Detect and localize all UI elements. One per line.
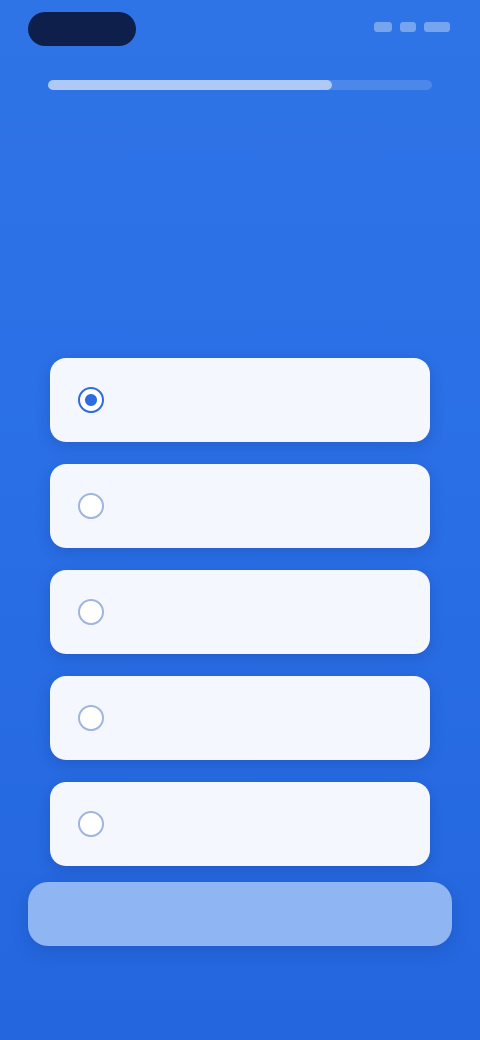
continue-button[interactable] bbox=[28, 882, 452, 946]
battery-icon bbox=[424, 22, 450, 32]
option-item-1[interactable] bbox=[50, 358, 430, 442]
radio-icon[interactable] bbox=[78, 705, 104, 731]
progress-fill bbox=[48, 80, 333, 90]
option-list bbox=[50, 358, 430, 866]
option-item-3[interactable] bbox=[50, 570, 430, 654]
radio-selected-icon[interactable] bbox=[78, 387, 104, 413]
status-bar bbox=[0, 0, 480, 58]
option-item-4[interactable] bbox=[50, 676, 430, 760]
radio-icon[interactable] bbox=[78, 493, 104, 519]
progress-bar bbox=[48, 80, 432, 90]
status-icons bbox=[374, 22, 450, 32]
radio-icon[interactable] bbox=[78, 811, 104, 837]
option-item-2[interactable] bbox=[50, 464, 430, 548]
status-time-pill bbox=[28, 12, 136, 46]
wifi-icon bbox=[400, 22, 416, 32]
radio-icon[interactable] bbox=[78, 599, 104, 625]
option-item-5[interactable] bbox=[50, 782, 430, 866]
signal-icon bbox=[374, 22, 392, 32]
